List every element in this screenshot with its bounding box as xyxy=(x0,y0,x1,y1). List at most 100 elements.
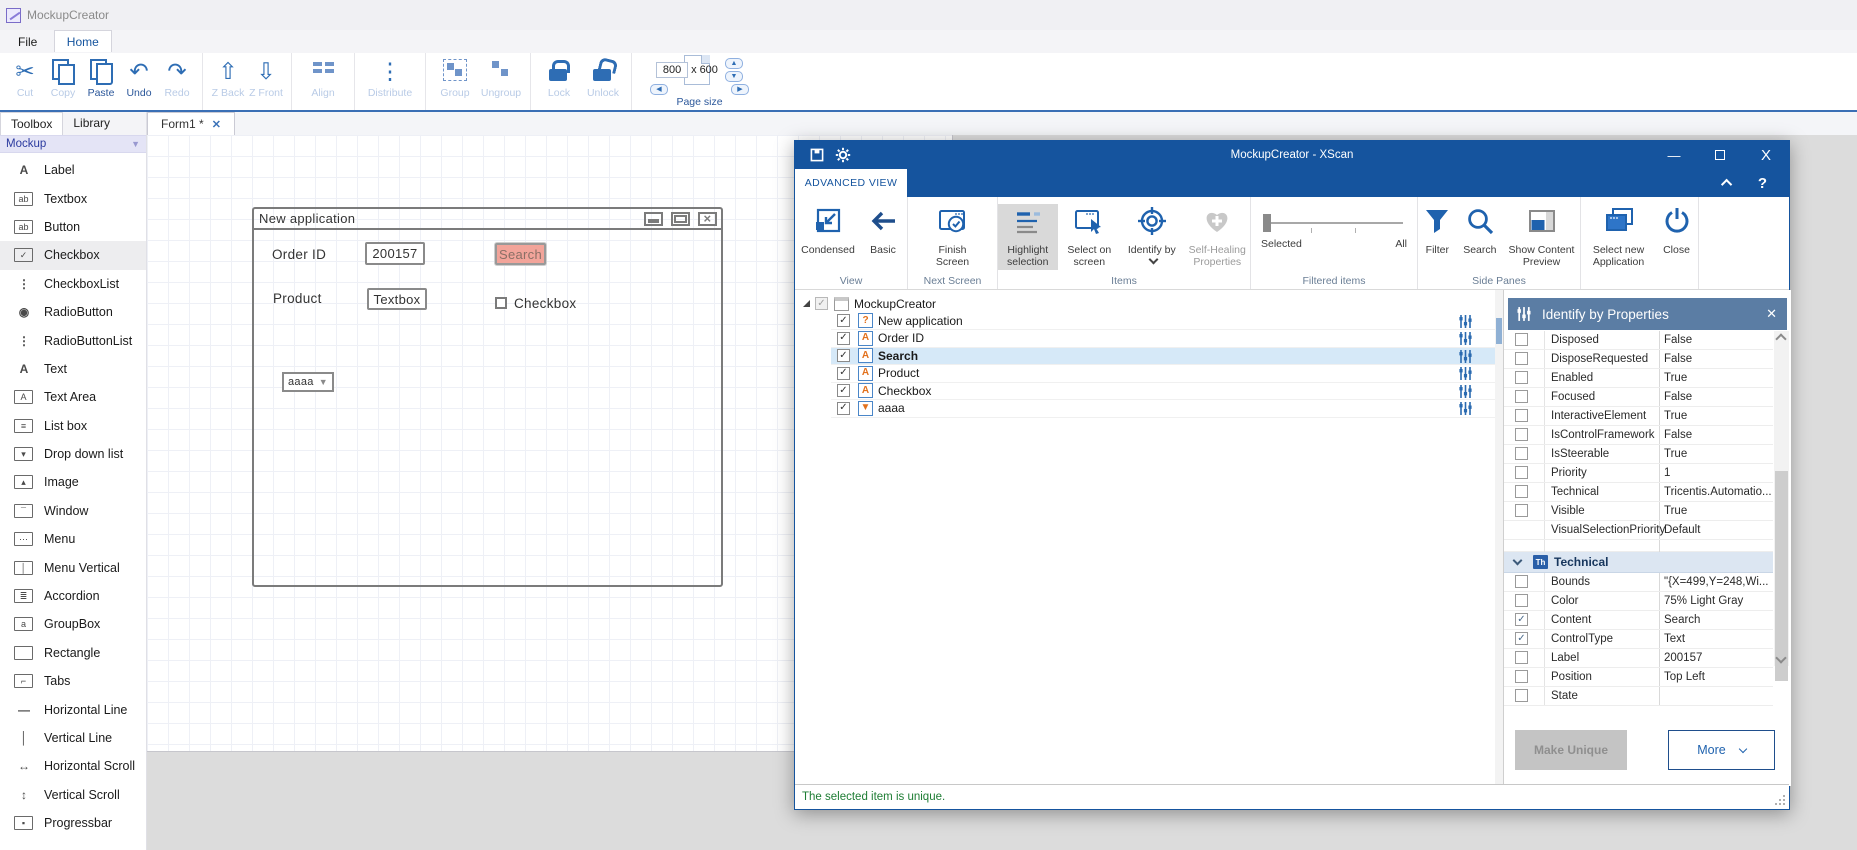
technical-section-header[interactable]: Th Technical xyxy=(1504,552,1773,573)
ribbon-button[interactable]: ↷ Redo xyxy=(158,55,196,99)
close-window-button[interactable]: X xyxy=(1743,141,1789,169)
property-checkbox[interactable]: ✓ xyxy=(1515,613,1528,626)
page-width-down-button[interactable]: ◀ xyxy=(650,84,668,95)
tree-root-row[interactable]: ✓ MockupCreator xyxy=(795,295,1495,313)
property-row[interactable]: VisualSelectionPriority Default xyxy=(1504,521,1773,540)
toolbox-item[interactable]: ≣ Accordion xyxy=(0,582,146,610)
page-height-down-button[interactable]: ▼ xyxy=(725,71,743,82)
toolbox-item[interactable]: ◉ RadioButton xyxy=(0,298,146,326)
tree-row[interactable]: ✓ A Order ID xyxy=(831,330,1495,348)
save-icon[interactable] xyxy=(809,147,825,163)
property-checkbox[interactable]: ✓ xyxy=(1515,409,1528,422)
property-checkbox[interactable]: ✓ xyxy=(1515,594,1528,607)
property-row[interactable]: ✓ Technical Tricentis.Automatio... xyxy=(1504,483,1773,502)
maximize-button[interactable] xyxy=(1697,141,1743,169)
tree-row[interactable]: ✓ A Search xyxy=(831,348,1495,366)
identify-settings-icon[interactable] xyxy=(1458,401,1473,421)
toolbox-tab[interactable]: Library xyxy=(63,112,120,135)
toolbox-item[interactable]: — Horizontal Line xyxy=(0,695,146,723)
toolbox-item[interactable]: ▪ Progressbar xyxy=(0,809,146,837)
minimize-button[interactable]: — xyxy=(1651,141,1697,169)
property-row[interactable]: ✓ Visible True xyxy=(1504,502,1773,521)
order-id-label[interactable]: Order ID xyxy=(272,247,326,262)
property-checkbox[interactable]: ✓ xyxy=(1515,670,1528,683)
properties-scrollbar[interactable] xyxy=(1774,331,1789,666)
property-row[interactable]: ✓ State xyxy=(1504,687,1773,706)
property-row[interactable]: ✓ Disposed False xyxy=(1504,331,1773,350)
ribbon-button[interactable]: ⋮ Distribute xyxy=(361,55,419,99)
property-checkbox[interactable]: ✓ xyxy=(1515,689,1528,702)
toolbox-item[interactable]: ▴ Image xyxy=(0,468,146,496)
form1-tab[interactable]: Form1 * ✕ xyxy=(147,112,235,135)
ribbon-button[interactable]: Group xyxy=(432,55,478,99)
toolbox-item[interactable]: │ Menu Vertical xyxy=(0,553,146,581)
toolbox-item[interactable]: │ Vertical Line xyxy=(0,724,146,752)
ribbon-button[interactable]: Paste xyxy=(82,55,120,99)
tree-row-checkbox[interactable]: ✓ xyxy=(837,314,850,327)
page-height-up-button[interactable]: ▲ xyxy=(725,58,743,69)
ribbon-button[interactable]: ⇧ Z Back xyxy=(209,55,247,99)
property-row[interactable]: ✓ DisposeRequested False xyxy=(1504,350,1773,369)
property-row[interactable]: ✓ Priority 1 xyxy=(1504,464,1773,483)
toolbox-item[interactable]: A Label xyxy=(0,156,146,184)
toolbox-item[interactable]: ≡ List box xyxy=(0,412,146,440)
tree-row-checkbox[interactable]: ✓ xyxy=(837,349,850,362)
page-height-input[interactable]: 600 xyxy=(700,64,718,76)
tree-scrollbar[interactable] xyxy=(1495,290,1503,786)
show-content-preview-button[interactable]: Show Content Preview xyxy=(1503,204,1580,270)
finish-screen-button[interactable]: Finish Screen xyxy=(919,204,987,270)
tree-scrollbar-thumb[interactable] xyxy=(1496,318,1502,344)
mockup-window[interactable]: New application × Order ID 200157 Search… xyxy=(252,207,723,587)
collapse-ribbon-icon[interactable] xyxy=(1721,179,1732,190)
property-row[interactable]: ✓ Content Search xyxy=(1504,611,1773,630)
filtered-items-slider[interactable]: Selected All xyxy=(1259,204,1409,264)
page-width-input[interactable]: 800 xyxy=(656,62,688,78)
toolbox-item[interactable]: ab Button xyxy=(0,213,146,241)
property-checkbox[interactable]: ✓ xyxy=(1515,466,1528,479)
search-button-xscan[interactable]: Search xyxy=(1459,204,1501,258)
menu-tab[interactable]: Home xyxy=(54,30,112,52)
order-id-textbox[interactable]: 200157 xyxy=(365,242,425,265)
product-label[interactable]: Product xyxy=(273,291,322,306)
property-row[interactable]: ✓ IsSteerable True xyxy=(1504,445,1773,464)
property-checkbox[interactable]: ✓ xyxy=(1515,485,1528,498)
menu-tab[interactable]: File xyxy=(6,31,49,52)
toolbox-item[interactable]: ▾ Drop down list xyxy=(0,440,146,468)
tree-row-checkbox[interactable]: ✓ xyxy=(837,367,850,380)
filter-button[interactable]: Filter xyxy=(1418,204,1457,258)
ribbon-button[interactable]: Ungroup xyxy=(478,55,524,99)
ribbon-button[interactable]: Lock xyxy=(537,55,581,99)
select-on-screen-button[interactable]: Select on screen xyxy=(1060,204,1120,270)
more-button[interactable]: More xyxy=(1668,730,1775,770)
mockup-checkbox[interactable] xyxy=(495,297,507,309)
toolbox-item[interactable]: ¯ Window xyxy=(0,497,146,525)
toolbox-category-header[interactable]: Mockup ▼ xyxy=(0,135,146,153)
property-checkbox[interactable]: ✓ xyxy=(1515,352,1528,365)
slider-thumb[interactable] xyxy=(1263,214,1271,232)
toolbox-item[interactable]: ⌐ Tabs xyxy=(0,667,146,695)
toolbox-item[interactable]: ab Textbox xyxy=(0,184,146,212)
tree-row[interactable]: ✓ ▼ aaaa xyxy=(831,400,1495,418)
property-checkbox[interactable]: ✓ xyxy=(1515,371,1528,384)
slider-track[interactable] xyxy=(1265,222,1403,224)
properties-scrollbar-thumb[interactable] xyxy=(1775,471,1788,681)
property-row[interactable]: ✓ Focused False xyxy=(1504,388,1773,407)
mockup-checkbox-label[interactable]: Checkbox xyxy=(514,296,576,311)
toolbox-item[interactable]: ⋯ Menu xyxy=(0,525,146,553)
help-icon[interactable]: ? xyxy=(1758,175,1767,192)
ribbon-button[interactable]: ✂ Cut xyxy=(6,55,44,99)
tree-row[interactable]: ✓ A Product xyxy=(831,365,1495,383)
property-checkbox[interactable]: ✓ xyxy=(1515,504,1528,517)
mockup-dropdown[interactable]: aaaa ▼ xyxy=(282,372,334,392)
identify-by-button[interactable]: Identify by xyxy=(1121,204,1183,270)
ribbon-button[interactable]: ⇩ Z Front xyxy=(247,55,285,99)
tree-row[interactable]: ✓ A Checkbox xyxy=(831,383,1495,401)
property-checkbox[interactable]: ✓ xyxy=(1515,632,1528,645)
tree-expander-icon[interactable] xyxy=(803,300,810,307)
scroll-up-icon[interactable] xyxy=(1775,333,1786,344)
tree-row-checkbox[interactable]: ✓ xyxy=(837,384,850,397)
toolbox-item[interactable]: a GroupBox xyxy=(0,610,146,638)
property-checkbox[interactable]: ✓ xyxy=(1515,428,1528,441)
toolbox-tab[interactable]: Toolbox xyxy=(0,112,63,135)
page-width-up-button[interactable]: ▶ xyxy=(731,84,749,95)
